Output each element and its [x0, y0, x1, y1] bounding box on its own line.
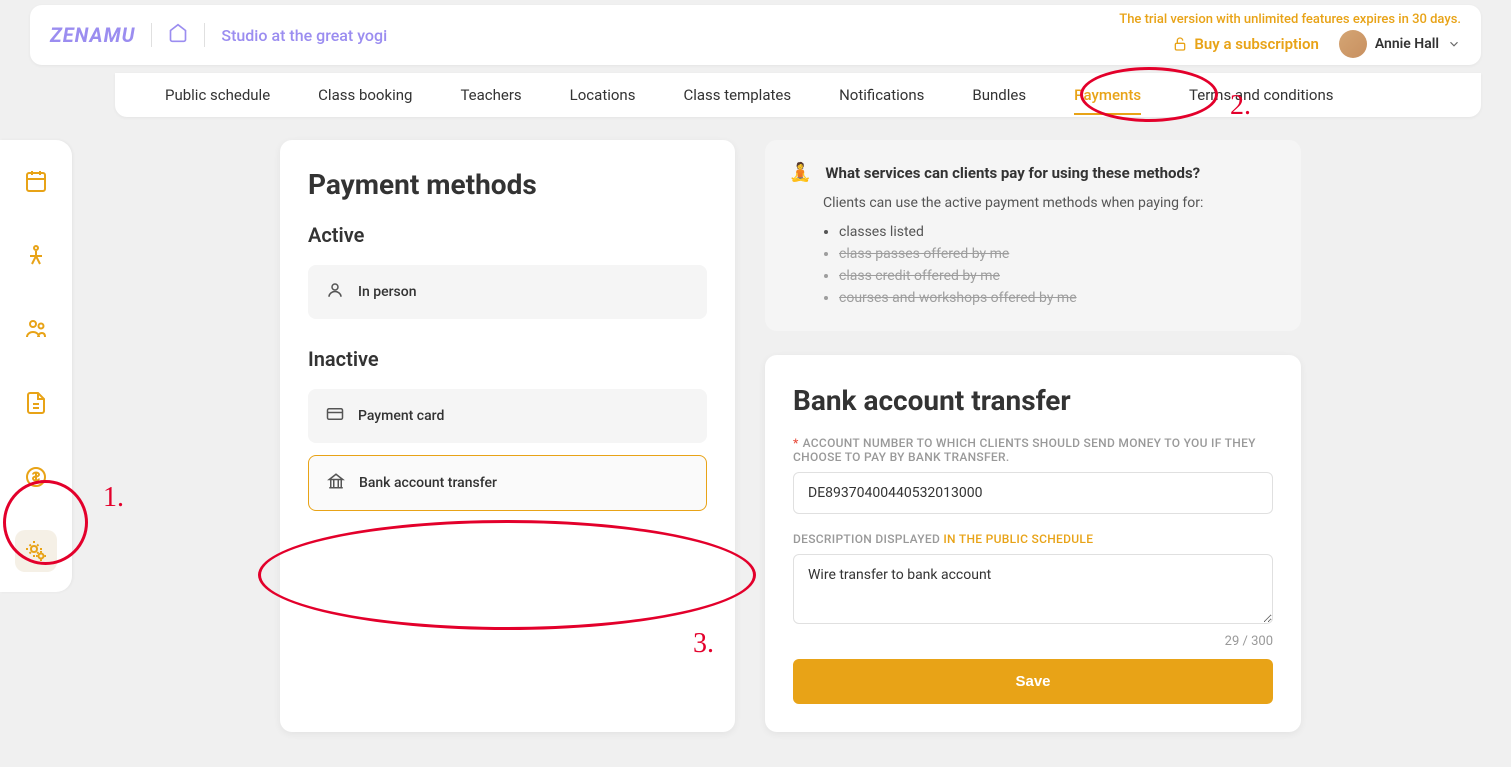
- header-sub-row: Buy a subscription Annie Hall: [1172, 30, 1461, 58]
- save-button[interactable]: Save: [793, 659, 1273, 704]
- buy-subscription-link[interactable]: Buy a subscription: [1172, 35, 1318, 53]
- top-bar: ZENAMU Studio at the great yogi The tria…: [30, 5, 1481, 65]
- info-title: What services can clients pay for using …: [825, 164, 1200, 182]
- account-label-text: ACCOUNT NUMBER TO WHICH CLIENTS SHOULD S…: [793, 436, 1256, 464]
- method-in-person[interactable]: In person: [308, 265, 707, 319]
- nav-bundles[interactable]: Bundles: [972, 75, 1026, 115]
- desc-label-pre: DESCRIPTION DISPLAYED: [793, 532, 943, 546]
- people-icon[interactable]: [15, 308, 57, 350]
- payment-methods-title: Payment methods: [308, 168, 707, 201]
- desc-label-link[interactable]: IN THE PUBLIC SCHEDULE: [943, 532, 1093, 546]
- nav-bar: Public schedule Class booking Teachers L…: [115, 73, 1481, 117]
- invoice-icon[interactable]: [15, 382, 57, 424]
- info-card: 🧘 What services can clients pay for usin…: [765, 140, 1301, 331]
- nav-public-schedule[interactable]: Public schedule: [165, 75, 270, 115]
- nav-class-templates[interactable]: Class templates: [683, 75, 791, 115]
- dollar-icon[interactable]: [15, 456, 57, 498]
- payment-methods-card: Payment methods Active In person Inactiv…: [280, 140, 735, 732]
- yoga-icon[interactable]: [15, 234, 57, 276]
- account-number-input[interactable]: [793, 472, 1273, 514]
- user-name: Annie Hall: [1375, 36, 1439, 52]
- lock-open-icon: [1172, 36, 1188, 52]
- account-label: *ACCOUNT NUMBER TO WHICH CLIENTS SHOULD …: [793, 436, 1273, 464]
- info-item: classes listed: [839, 221, 1277, 243]
- bank-icon: [327, 472, 345, 494]
- right-column: 🧘 What services can clients pay for usin…: [765, 140, 1301, 732]
- description-label: DESCRIPTION DISPLAYED IN THE PUBLIC SCHE…: [793, 532, 1273, 546]
- divider: [151, 23, 152, 47]
- nav-teachers[interactable]: Teachers: [460, 75, 521, 115]
- info-item: courses and workshops offered by me: [839, 287, 1277, 309]
- annotation-num-1: 1.: [103, 482, 124, 514]
- char-count: 29 / 300: [793, 634, 1273, 649]
- nav-payments[interactable]: Payments: [1074, 75, 1141, 115]
- info-item: class credit offered by me: [839, 265, 1277, 287]
- info-list: classes listed class passes offered by m…: [839, 221, 1277, 309]
- nav-class-booking[interactable]: Class booking: [318, 75, 412, 115]
- required-mark: *: [793, 436, 799, 450]
- inactive-title: Inactive: [308, 347, 707, 371]
- header-right: The trial version with unlimited feature…: [1119, 12, 1461, 58]
- logo[interactable]: ZENAMU: [50, 23, 135, 47]
- nav-locations[interactable]: Locations: [570, 75, 636, 115]
- user-menu[interactable]: Annie Hall: [1339, 30, 1461, 58]
- header-left: ZENAMU Studio at the great yogi: [50, 23, 387, 48]
- main-content: Payment methods Active In person Inactiv…: [280, 140, 1301, 732]
- person-icon: [326, 281, 344, 303]
- method-bank-transfer[interactable]: Bank account transfer: [308, 455, 707, 511]
- trial-banner: The trial version with unlimited feature…: [1119, 12, 1461, 27]
- avatar: [1339, 30, 1367, 58]
- bank-transfer-form: Bank account transfer *ACCOUNT NUMBER TO…: [765, 355, 1301, 732]
- divider: [204, 23, 205, 47]
- info-header: 🧘 What services can clients pay for usin…: [789, 162, 1277, 183]
- nav-notifications[interactable]: Notifications: [839, 75, 924, 115]
- chevron-down-icon: [1447, 37, 1461, 51]
- home-icon[interactable]: [168, 23, 188, 48]
- active-title: Active: [308, 223, 707, 247]
- calendar-icon[interactable]: [15, 160, 57, 202]
- method-payment-card[interactable]: Payment card: [308, 389, 707, 443]
- yogi-emoji-icon: 🧘: [789, 162, 811, 183]
- form-title: Bank account transfer: [793, 383, 1273, 418]
- method-label: In person: [358, 284, 417, 300]
- method-label: Bank account transfer: [359, 475, 497, 491]
- description-textarea[interactable]: [793, 554, 1273, 624]
- sidebar: [0, 140, 72, 592]
- info-item: class passes offered by me: [839, 243, 1277, 265]
- nav-terms[interactable]: Terms and conditions: [1189, 75, 1333, 115]
- studio-name[interactable]: Studio at the great yogi: [221, 26, 387, 45]
- gear-icon[interactable]: [15, 530, 57, 572]
- card-icon: [326, 405, 344, 427]
- buy-sub-label: Buy a subscription: [1194, 35, 1318, 53]
- method-label: Payment card: [358, 408, 444, 424]
- info-subtitle: Clients can use the active payment metho…: [823, 195, 1277, 211]
